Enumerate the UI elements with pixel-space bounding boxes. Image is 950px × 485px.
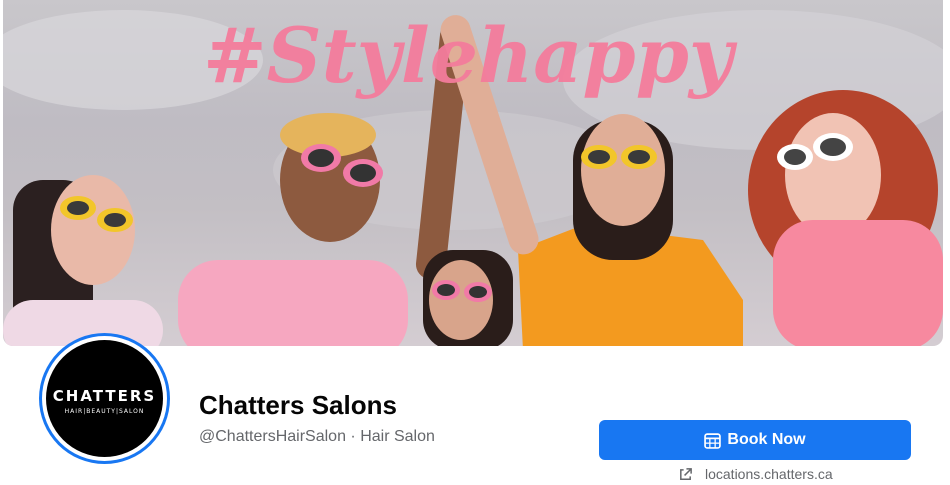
page-title[interactable]: Chatters Salons [199, 390, 397, 421]
calendar-icon [704, 432, 722, 449]
cover-hashtag: #Stylehappy [203, 11, 738, 100]
logo-tagline: HAIR|BEAUTY|SALON [64, 407, 145, 415]
page-handle-category: @ChattersHairSalon · Hair Salon [199, 428, 435, 445]
profile-avatar[interactable]: CHATTERS HAIR|BEAUTY|SALON [39, 333, 170, 464]
cover-photo[interactable]: #Stylehappy [3, 0, 943, 346]
book-now-label: Book Now [727, 431, 806, 448]
cover-illustration: #Stylehappy [3, 10, 943, 346]
logo-wordmark: CHATTERS [52, 386, 157, 405]
website-link[interactable]: locations.chatters.ca [678, 466, 833, 482]
avatar-border: CHATTERS HAIR|BEAUTY|SALON [42, 336, 167, 461]
website-url: locations.chatters.ca [705, 466, 833, 482]
book-now-button[interactable]: Book Now [599, 420, 911, 460]
avatar-logo: CHATTERS HAIR|BEAUTY|SALON [46, 340, 163, 457]
external-link-icon [680, 467, 692, 480]
